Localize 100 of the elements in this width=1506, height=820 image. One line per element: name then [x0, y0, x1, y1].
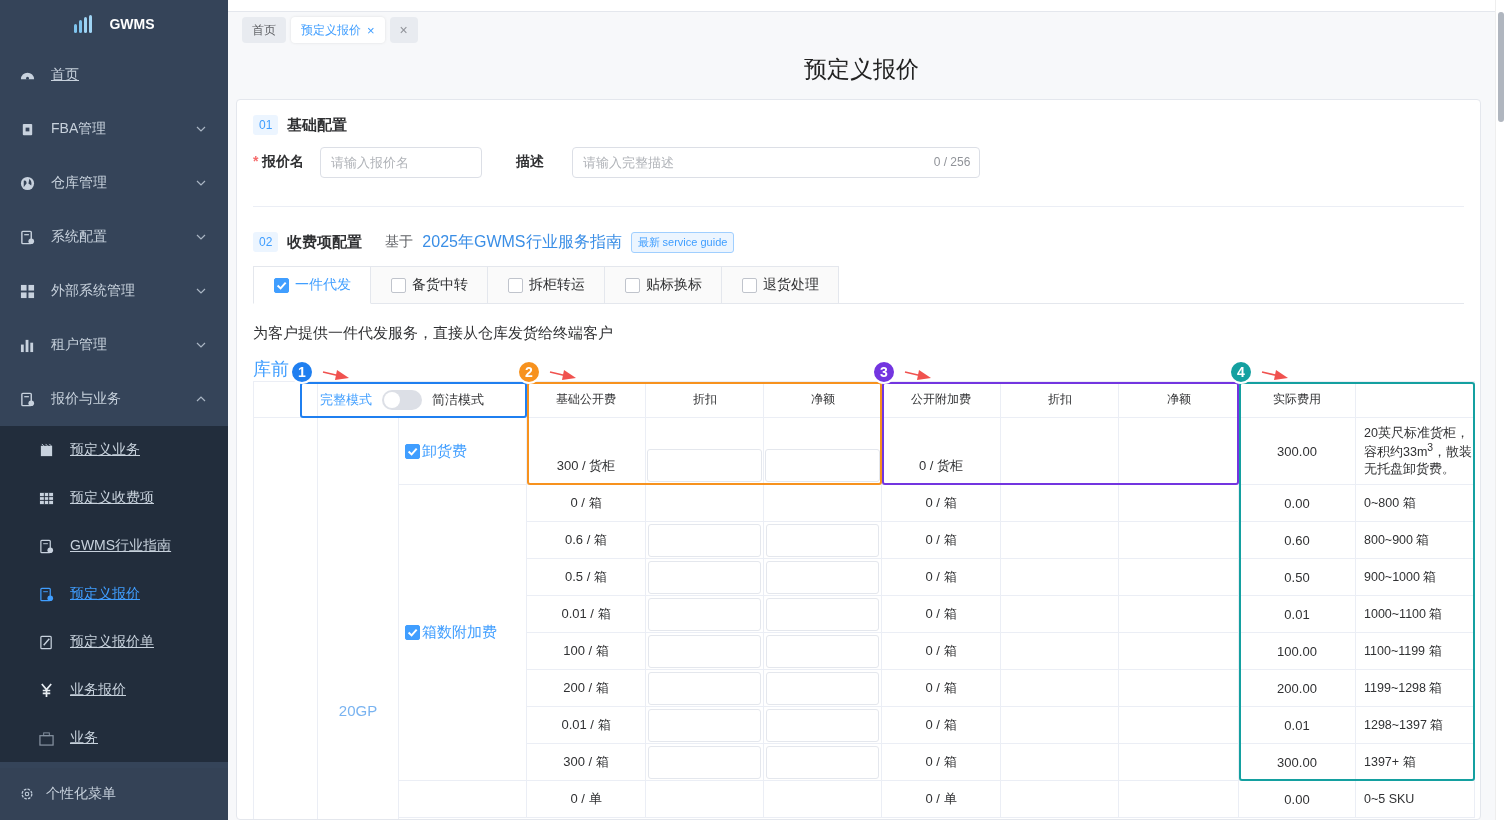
document-icon: [39, 586, 54, 602]
table-cell: 0 / 箱: [925, 494, 957, 512]
checkbox[interactable]: [507, 277, 523, 293]
settings-icon: [20, 787, 34, 801]
number-badge: 2: [517, 360, 541, 384]
table-cell: 0.01 / 箱: [561, 605, 611, 623]
table-cell: 0 / 箱: [925, 568, 957, 586]
service-tab[interactable]: 备货中转: [371, 266, 488, 304]
table-cell: 0 / 箱: [925, 531, 957, 549]
menu-item[interactable]: 仓库管理: [0, 156, 228, 210]
submenu-item[interactable]: 预定义收费项: [0, 474, 228, 522]
menu-item[interactable]: 系统配置: [0, 210, 228, 264]
guide-link[interactable]: 2025年GWMS行业服务指南: [422, 231, 622, 253]
service-tab[interactable]: 贴标换标: [605, 266, 722, 304]
menu-item[interactable]: FBA管理: [0, 102, 228, 156]
table-cell: 0 / 货柜: [918, 457, 964, 475]
menu-item[interactable]: 外部系统管理: [0, 264, 228, 318]
field-label: * 报价名: [253, 153, 305, 171]
document-icon: [20, 391, 35, 407]
arrow-icon: [549, 369, 577, 381]
mode-switch[interactable]: [382, 389, 422, 410]
service-description: 为客户提供一件代发服务，直接从仓库发货给终端客户: [253, 324, 614, 343]
checkbox[interactable]: [390, 277, 406, 293]
stage-label: 库前: [253, 358, 289, 381]
table-cell: 1397+ 箱: [1364, 753, 1416, 771]
table-cell: 0.00: [1284, 791, 1310, 807]
arrow-icon: [322, 369, 350, 381]
briefcase-icon: [39, 730, 54, 746]
section-title: 基础配置: [287, 115, 348, 135]
table-cell: 300 / 箱: [563, 753, 609, 771]
table-cell: 1000~1100 箱: [1364, 605, 1443, 623]
submenu-item[interactable]: 业务: [0, 714, 228, 762]
scrollbar[interactable]: [1495, 0, 1506, 820]
checkbox[interactable]: [405, 625, 420, 640]
table-cell: 0 / 单: [925, 790, 957, 808]
table-cell: 200.00: [1277, 680, 1317, 696]
table-cell: 0.01 / 箱: [561, 716, 611, 734]
submenu-item[interactable]: 预定义业务: [0, 426, 228, 474]
section-number: 02: [253, 232, 279, 252]
service-tab[interactable]: 拆柜转运: [488, 266, 605, 304]
document-icon: [20, 229, 35, 245]
table-cell: 0~5 SKU: [1364, 790, 1415, 808]
table-cell: 0 / 箱: [925, 753, 957, 771]
table-cell: 1298~1397 箱: [1364, 716, 1444, 734]
checkbox[interactable]: [624, 277, 640, 293]
table-cell: 1199~1298 箱: [1364, 679, 1443, 697]
fee-name: 卸货费: [422, 441, 467, 461]
checkbox[interactable]: [273, 277, 289, 293]
table-cell: 300.00: [1277, 443, 1317, 459]
service-tab[interactable]: 退货处理: [722, 266, 839, 304]
number-badge: 4: [1229, 360, 1253, 384]
arrow-icon: [904, 369, 932, 381]
submenu-item[interactable]: 预定义报价单: [0, 618, 228, 666]
table-cell: 300 / 货柜: [556, 457, 616, 475]
based-on-label: 基于: [385, 233, 414, 251]
globe-icon: [20, 175, 35, 191]
table-cell: 0.5 / 箱: [565, 568, 607, 586]
submenu-item[interactable]: 业务报价: [0, 666, 228, 714]
grid-icon: [20, 283, 35, 299]
table-cell: 200 / 箱: [563, 679, 609, 697]
number-badge: 3: [872, 360, 896, 384]
menu-item[interactable]: 报价与业务: [0, 372, 228, 426]
column-header: 折扣: [1001, 382, 1119, 418]
menu-item[interactable]: 首页: [0, 48, 228, 102]
bar-chart-icon: [20, 337, 35, 353]
table-cell: 300.00: [1277, 754, 1317, 770]
column-header: 折扣: [646, 382, 764, 418]
document-icon: [39, 538, 54, 554]
yen-icon: [39, 682, 54, 698]
mode-label: 简洁模式: [432, 390, 484, 409]
table-cell: 1100~1199 箱: [1364, 642, 1442, 660]
table-cell: 0 / 箱: [925, 679, 957, 697]
submenu-item[interactable]: GWMS行业指南: [0, 522, 228, 570]
char-counter: 0 / 256: [933, 154, 971, 169]
table-cell: 800~900 箱: [1364, 531, 1430, 549]
container-type: 20GP: [338, 701, 378, 719]
input-field[interactable]: 请输入报价名: [320, 146, 483, 178]
table-icon: [39, 490, 54, 506]
table-cell: 100.00: [1277, 643, 1317, 659]
edit-icon: [39, 634, 54, 650]
input-field[interactable]: [647, 449, 762, 482]
table-cell: 900~1000 箱: [1364, 568, 1437, 586]
submenu-item[interactable]: 预定义报价: [0, 570, 228, 618]
badge-icon: [20, 121, 35, 137]
menu-item[interactable]: 租户管理: [0, 318, 228, 372]
table-cell: 0~800 箱: [1364, 494, 1416, 512]
table-cell: 0 / 单: [570, 790, 602, 808]
page-tab[interactable]: 首页: [242, 17, 286, 43]
checkbox[interactable]: [741, 277, 757, 293]
table-cell: 0.50: [1284, 569, 1310, 585]
arrow-icon: [1261, 369, 1289, 381]
guide-tag: 最新 service guide: [630, 231, 735, 253]
mode-label: 完整模式: [320, 390, 372, 409]
table-cell: 0 / 箱: [925, 605, 957, 623]
clapper-icon: [39, 442, 54, 458]
section-title: 收费项配置: [287, 232, 363, 252]
table-cell: 0.01: [1284, 606, 1310, 622]
table-cell: 0 / 箱: [925, 716, 957, 734]
input-field[interactable]: [765, 449, 880, 482]
checkbox[interactable]: [405, 443, 420, 459]
